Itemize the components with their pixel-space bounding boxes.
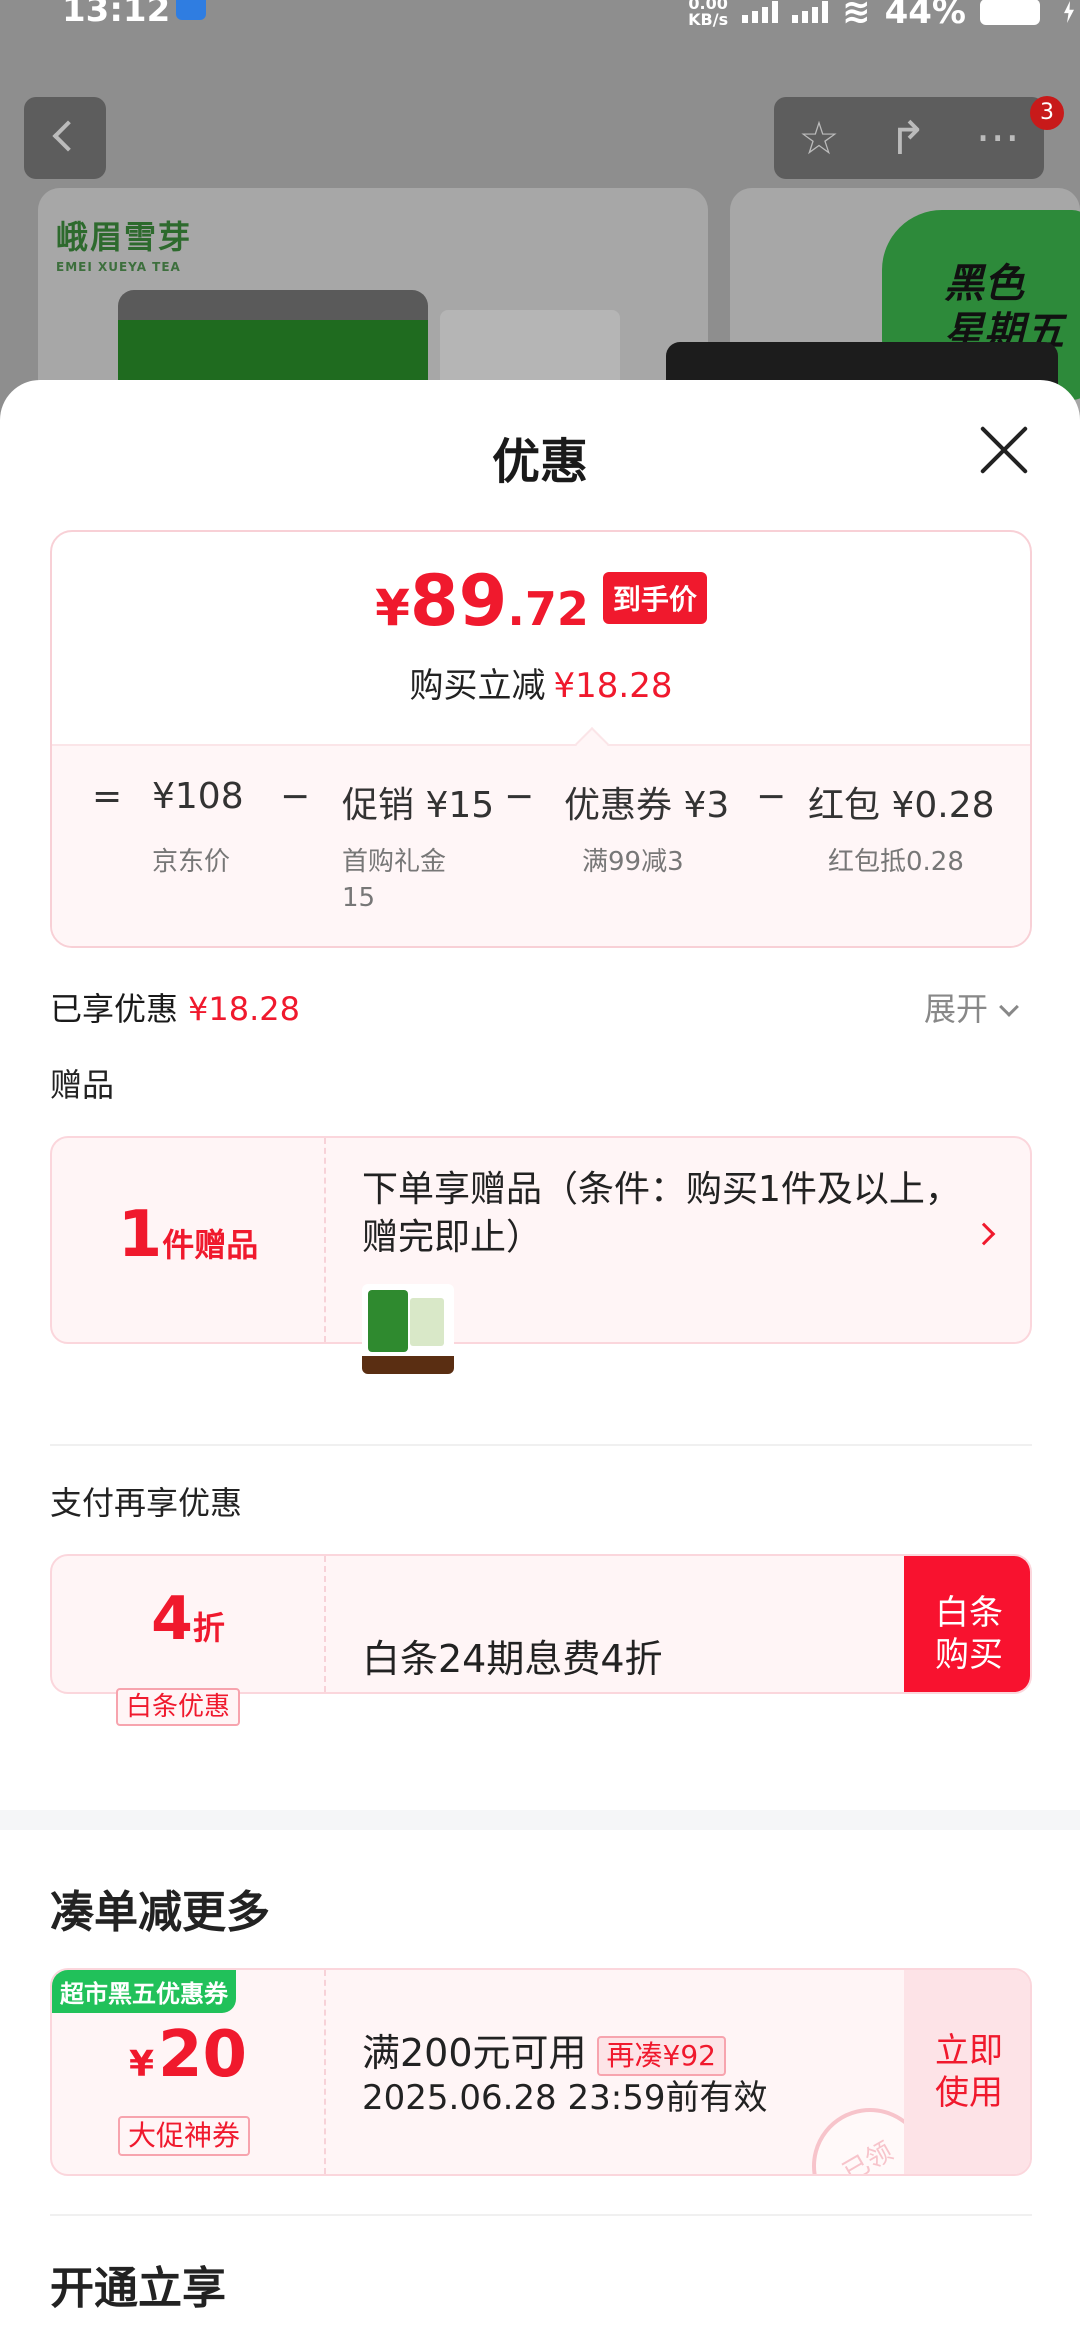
app-notification-icon bbox=[176, 0, 206, 20]
battery-icon bbox=[980, 0, 1040, 25]
coupon-discount: 优惠券 ¥3 bbox=[564, 785, 730, 826]
more-icon[interactable]: ··· bbox=[976, 111, 1020, 165]
favorite-icon[interactable]: ☆ bbox=[798, 111, 839, 165]
payment-section-label: 支付再享优惠 bbox=[50, 1484, 243, 1522]
chevron-down-icon bbox=[999, 997, 1019, 1017]
gift-section-label: 赠品 bbox=[50, 1066, 115, 1104]
promo-discount: 促销 ¥15 bbox=[342, 785, 495, 826]
redpack-discount: 红包 ¥0.28 bbox=[808, 785, 995, 826]
discount-unit: 折 bbox=[192, 1609, 225, 1647]
gift-description: 下单享赠品（条件：购买1件及以上，赠完即止） bbox=[362, 1169, 961, 1258]
status-bar: 13:12 0.00 KB/s ≋ 44% bbox=[0, 0, 1080, 40]
chevron-right-icon bbox=[972, 1222, 996, 1246]
coupon-type-pill: 大促神券 bbox=[118, 2116, 251, 2156]
top-action-group: ☆ ↱ ··· bbox=[774, 97, 1044, 179]
final-price: ¥ 89 .72 到手价 bbox=[52, 560, 1030, 642]
discount-sheet: 优惠 ¥ 89 .72 到手价 购买立减 ¥18.28 = ¥108 − 促销 ¥… bbox=[0, 380, 1080, 2339]
brand-sub: EMEI XUEYA TEA bbox=[56, 260, 181, 274]
use-coupon-button[interactable]: 立即 使用 bbox=[904, 1970, 1030, 2174]
gift-count-unit: 件赠品 bbox=[162, 1226, 259, 1264]
battery-text: 44% bbox=[884, 0, 966, 32]
discount-number: 4 bbox=[151, 1584, 193, 1654]
divider bbox=[50, 2214, 1032, 2216]
net-speed-unit: KB/s bbox=[688, 10, 729, 29]
brand-name: 峨眉雪芽 bbox=[56, 218, 193, 256]
enjoyed-label: 已享优惠 bbox=[50, 990, 179, 1028]
baitiao-description: 白条24期息费4折 bbox=[362, 1637, 663, 1681]
net-speed: 0.00 KB/s bbox=[688, 0, 728, 28]
status-time: 13:12 bbox=[62, 0, 171, 30]
background-page: 13:12 0.00 KB/s ≋ 44% ☆ ↱ ··· 3 峨眉雪芽 EMEI… bbox=[0, 0, 1080, 420]
saved-label: 购买立减 bbox=[409, 666, 546, 706]
gift-card[interactable]: 1件赠品 下单享赠品（条件：购买1件及以上，赠完即止） bbox=[50, 1136, 1032, 1374]
signal-2-icon bbox=[792, 1, 829, 23]
saved-line: 购买立减 ¥18.28 bbox=[52, 658, 1030, 707]
expand-label: 展开 bbox=[924, 990, 989, 1028]
calc-area: = ¥108 − 促销 ¥15 − 优惠券 ¥3 − 红包 ¥0.28 京东价 … bbox=[52, 744, 1030, 946]
share-icon[interactable]: ↱ bbox=[888, 111, 927, 165]
equals-sign: = bbox=[92, 776, 123, 817]
price-breakdown-card: ¥ 89 .72 到手价 购买立减 ¥18.28 = ¥108 − 促销 ¥15 … bbox=[50, 530, 1032, 948]
baitiao-card: 4折 白条24期息费4折 白条 购买 bbox=[50, 1554, 1032, 1694]
brand-logo: 峨眉雪芽 EMEI XUEYA TEA bbox=[56, 212, 192, 274]
gift-count-number: 1 bbox=[117, 1198, 163, 1272]
baitiao-discount-value: 4折 bbox=[52, 1584, 324, 1654]
coupon-validity: 2025.06.28 23:59前有效 bbox=[362, 2078, 768, 2118]
promo-desc: 首购礼金 15 bbox=[342, 847, 447, 913]
coupon-amount: ¥20 bbox=[52, 2018, 324, 2092]
price-integer: 89 bbox=[409, 560, 508, 642]
signal-icon bbox=[742, 1, 779, 23]
close-icon[interactable] bbox=[978, 424, 1030, 476]
coupon-card: ¥20 大促神券 超市黑五优惠券 满200元可用 再凑¥92 2025.06.28… bbox=[50, 1968, 1032, 2176]
wifi-icon: ≋ bbox=[842, 0, 871, 32]
minus-sign: − bbox=[756, 776, 787, 817]
minus-sign: − bbox=[504, 776, 535, 817]
jd-price-label: 京东价 bbox=[152, 847, 231, 877]
baitiao-discount: 4折 bbox=[52, 1556, 326, 1692]
promo-text-1: 黑色 bbox=[944, 261, 1024, 307]
jd-price: ¥108 bbox=[152, 776, 244, 817]
gift-thumbnail[interactable] bbox=[362, 1284, 454, 1374]
saved-value: ¥18.28 bbox=[553, 666, 673, 706]
cart-badge: 3 bbox=[1030, 96, 1064, 130]
final-price-tag: 到手价 bbox=[602, 572, 707, 624]
enjoyed-discount: 已享优惠 ¥18.28 bbox=[50, 984, 300, 1030]
gift-count: 1件赠品 bbox=[52, 1138, 326, 1342]
coupon-tag: 超市黑五优惠券 bbox=[52, 1970, 236, 2013]
price-decimal: .72 bbox=[507, 582, 589, 636]
coupon-condition: 满200元可用 再凑¥92 bbox=[362, 2022, 726, 2077]
price-yen: ¥ bbox=[375, 579, 410, 637]
sheet-title: 优惠 bbox=[491, 434, 588, 490]
coupon-desc: 满99减3 bbox=[582, 847, 684, 877]
enjoyed-value: ¥18.28 bbox=[188, 990, 300, 1028]
coupon-condition-text: 满200元可用 bbox=[362, 2031, 587, 2075]
expand-button[interactable]: 展开 bbox=[924, 984, 1019, 1030]
minus-sign: − bbox=[280, 776, 311, 817]
baitiao-buy-button[interactable]: 白条 购买 bbox=[904, 1556, 1030, 1692]
vip-section-title: 开通立享 bbox=[50, 2263, 226, 2314]
baitiao-pill: 白条优惠 bbox=[116, 1688, 241, 1726]
back-button[interactable] bbox=[24, 97, 106, 179]
more-section-title: 凑单减更多 bbox=[50, 1887, 270, 1938]
status-right: 0.00 KB/s ≋ 44% bbox=[688, 0, 1040, 32]
divider bbox=[50, 1444, 1032, 1446]
coupon-yen: ¥ bbox=[128, 2044, 154, 2085]
coupon-value: 20 bbox=[158, 2018, 248, 2092]
final-price-area: ¥ 89 .72 到手价 购买立减 ¥18.28 bbox=[52, 532, 1030, 744]
section-separator bbox=[0, 1810, 1080, 1830]
redpack-desc: 红包抵0.28 bbox=[828, 847, 964, 877]
